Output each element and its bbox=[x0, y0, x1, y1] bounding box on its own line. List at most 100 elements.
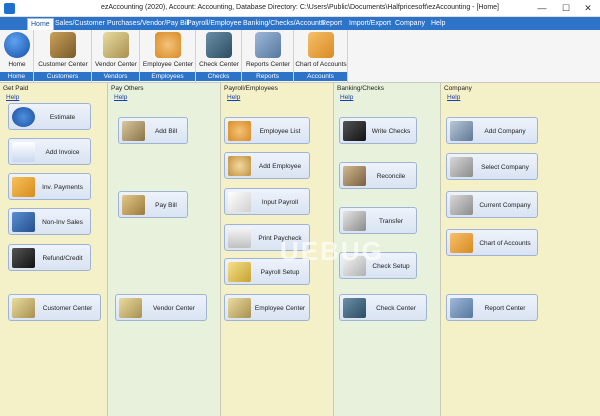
ribbon-chart-of-accounts-button[interactable]: Chart of Accounts bbox=[294, 32, 348, 70]
panel-title-payroll: Payroll/Employees bbox=[224, 85, 278, 92]
add-bill-button[interactable]: Add Bill bbox=[118, 117, 188, 144]
ribbon-home-label: Home bbox=[8, 61, 26, 68]
vendor-center-button[interactable]: Vendor Center bbox=[115, 294, 207, 321]
ribbon-group-reports: Reports Center Reports bbox=[242, 30, 294, 82]
transfer-button[interactable]: Transfer bbox=[339, 207, 417, 234]
ribbon-vendor-center-button[interactable]: Vendor Center bbox=[92, 32, 140, 70]
chart-of-accounts-button[interactable]: Chart of Accounts bbox=[446, 229, 538, 256]
pay-bill-icon bbox=[122, 195, 145, 215]
menu-import-export[interactable]: Import/Export bbox=[346, 18, 394, 30]
ribbon-chart-of-accounts-label: Chart of Accounts bbox=[295, 61, 347, 68]
title-bar: ezAccounting (2020), Account: Accounting… bbox=[0, 0, 600, 17]
non-inv-sales-button[interactable]: Non-Inv Sales bbox=[8, 208, 91, 235]
folder-icon bbox=[308, 32, 334, 58]
ribbon-reports-center-button[interactable]: Reports Center bbox=[242, 32, 294, 70]
ribbon-caption-accounts: Accounts bbox=[294, 72, 347, 81]
customer-center-label: Customer Center bbox=[42, 305, 93, 312]
payments-icon bbox=[12, 177, 35, 197]
employee-center-icon bbox=[228, 298, 251, 318]
payroll-setup-icon bbox=[228, 262, 251, 282]
add-employee-icon bbox=[228, 156, 251, 176]
help-link-pay-others[interactable]: Help bbox=[114, 94, 127, 101]
ribbon-caption-home: Home bbox=[0, 72, 33, 81]
employee-center-label: Employee Center bbox=[254, 305, 306, 312]
help-link-get-paid[interactable]: Help bbox=[6, 94, 19, 101]
report-center-icon bbox=[450, 298, 473, 318]
current-company-label: Current Company bbox=[479, 202, 531, 209]
minimize-button[interactable]: — bbox=[530, 0, 554, 17]
ribbon-home-button[interactable]: Home bbox=[0, 32, 34, 70]
bill-icon bbox=[122, 121, 145, 141]
ribbon-group-vendors: Vendor Center Vendors bbox=[92, 30, 140, 82]
pay-bill-label: Pay Bill bbox=[155, 202, 177, 209]
menu-report[interactable]: Report bbox=[318, 18, 345, 30]
report-center-button[interactable]: Report Center bbox=[446, 294, 538, 321]
menu-home[interactable]: Home bbox=[27, 18, 54, 30]
menu-help[interactable]: Help bbox=[428, 18, 448, 30]
menu-sales-customer[interactable]: Sales/Customer bbox=[52, 18, 108, 30]
vendor-center-label: Vendor Center bbox=[153, 305, 195, 312]
add-invoice-button[interactable]: Add Invoice bbox=[8, 138, 91, 165]
menu-payroll-employee[interactable]: Payroll/Employee bbox=[184, 18, 244, 30]
ribbon-caption-checks: Checks bbox=[196, 72, 241, 81]
inv-payments-button[interactable]: Inv. Payments bbox=[8, 173, 91, 200]
write-checks-icon bbox=[343, 121, 366, 141]
employee-center-button[interactable]: Employee Center bbox=[224, 294, 310, 321]
home-icon bbox=[4, 32, 30, 58]
check-center-icon bbox=[343, 298, 366, 318]
transfer-icon bbox=[343, 211, 366, 231]
wallet-icon bbox=[12, 248, 35, 268]
maximize-button[interactable]: ☐ bbox=[554, 0, 578, 17]
menu-banking[interactable]: Banking/Checks/Accounts bbox=[240, 18, 327, 30]
ribbon-check-center-label: Check Center bbox=[199, 61, 239, 68]
close-button[interactable]: ✕ bbox=[576, 0, 600, 17]
employee-list-button[interactable]: Employee List bbox=[224, 117, 310, 144]
reports-icon bbox=[255, 32, 281, 58]
ribbon-customer-center-button[interactable]: Customer Center bbox=[34, 32, 92, 70]
ribbon-employee-center-button[interactable]: Employee Center bbox=[140, 32, 196, 70]
ribbon-vendor-center-label: Vendor Center bbox=[95, 61, 137, 68]
ribbon-check-center-button[interactable]: Check Center bbox=[196, 32, 242, 70]
employee-list-label: Employee List bbox=[259, 128, 301, 135]
select-company-button[interactable]: Select Company bbox=[446, 153, 538, 180]
reconcile-button[interactable]: Reconcile bbox=[339, 162, 417, 189]
ribbon-caption-customers: Customers bbox=[34, 72, 91, 81]
help-link-payroll[interactable]: Help bbox=[227, 94, 240, 101]
help-link-banking[interactable]: Help bbox=[340, 94, 353, 101]
ribbon-group-employees: Employee Center Employees bbox=[140, 30, 196, 82]
ribbon-caption-employees: Employees bbox=[140, 72, 195, 81]
menu-company[interactable]: Company bbox=[392, 18, 428, 30]
sales-icon bbox=[12, 212, 35, 232]
transfer-label: Transfer bbox=[379, 218, 403, 225]
current-company-button[interactable]: Current Company bbox=[446, 191, 538, 218]
write-checks-button[interactable]: Write Checks bbox=[339, 117, 417, 144]
bank-icon bbox=[343, 166, 366, 186]
check-book-icon bbox=[206, 32, 232, 58]
add-employee-button[interactable]: Add Employee bbox=[224, 152, 310, 179]
estimate-label: Estimate bbox=[49, 114, 76, 121]
add-bill-label: Add Bill bbox=[154, 128, 178, 135]
add-employee-label: Add Employee bbox=[258, 163, 302, 170]
chart-of-accounts-label: Chart of Accounts bbox=[479, 240, 531, 247]
write-checks-label: Write Checks bbox=[371, 128, 411, 135]
add-company-button[interactable]: Add Company bbox=[446, 117, 538, 144]
ribbon-caption-vendors: Vendors bbox=[92, 72, 139, 81]
customer-center-button[interactable]: Customer Center bbox=[8, 294, 101, 321]
estimate-button[interactable]: Estimate bbox=[8, 103, 91, 130]
pay-bill-button[interactable]: Pay Bill bbox=[118, 191, 188, 218]
watermark: UEBUG bbox=[280, 236, 384, 266]
accounts-folder-icon bbox=[450, 233, 473, 253]
report-center-label: Report Center bbox=[484, 305, 526, 312]
menu-purchases-vendor[interactable]: Purchases/Vendor/Pay Bill bbox=[104, 18, 193, 30]
ribbon-reports-center-label: Reports Center bbox=[245, 61, 291, 68]
reconcile-label: Reconcile bbox=[376, 173, 406, 180]
select-folder-icon bbox=[450, 157, 473, 177]
panel-title-get-paid: Get Paid bbox=[3, 85, 29, 92]
input-payroll-button[interactable]: Input Payroll bbox=[224, 188, 310, 215]
check-center-button[interactable]: Check Center bbox=[339, 294, 427, 321]
window-title: ezAccounting (2020), Account: Accounting… bbox=[100, 4, 500, 11]
help-link-company[interactable]: Help bbox=[447, 94, 460, 101]
database-add-icon bbox=[450, 121, 473, 141]
refund-credit-button[interactable]: Refund/Credit bbox=[8, 244, 91, 271]
ribbon-caption-reports: Reports bbox=[242, 72, 293, 81]
